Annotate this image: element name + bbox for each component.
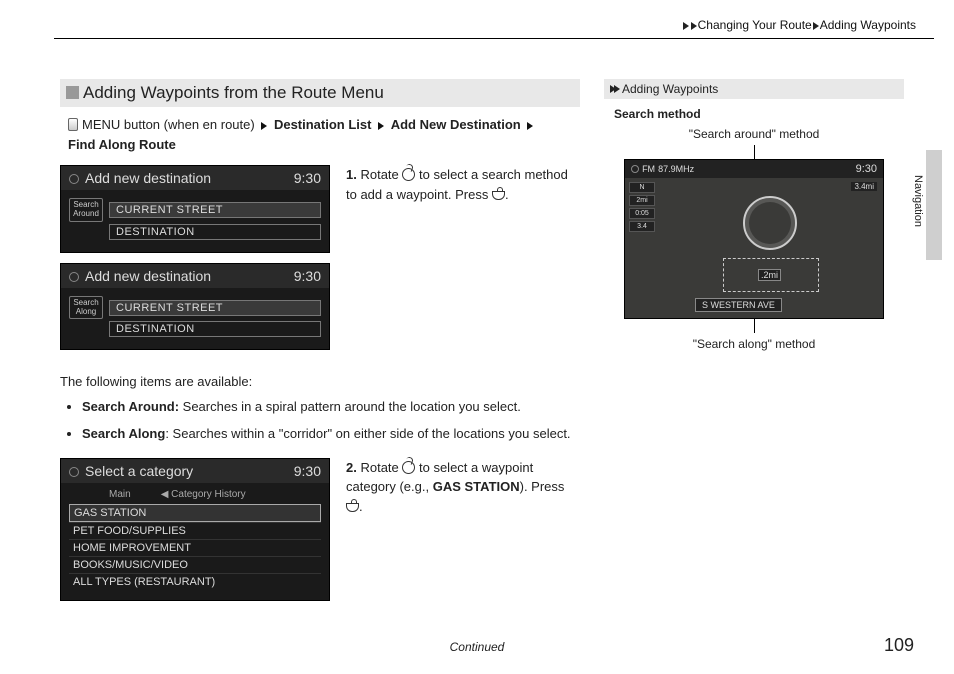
step1-c: .	[505, 187, 509, 202]
press-icon	[346, 503, 359, 512]
step2-d: .	[359, 499, 363, 514]
nav-path: MENU button (when en route) Destination …	[68, 115, 580, 155]
press-icon	[492, 191, 505, 200]
shot2-row1: CURRENT STREET	[109, 300, 321, 316]
knob-icon	[69, 272, 79, 282]
breadcrumb: Changing Your Route Adding Waypoints	[60, 18, 926, 32]
page-number: 109	[884, 635, 914, 656]
screenshot-select-category: Select a category9:30 Main◀ Category His…	[60, 458, 330, 601]
bul2-desc: : Searches within a "corridor" on either…	[165, 426, 570, 441]
menu-button-icon	[68, 118, 78, 131]
bul1-term: Search Around:	[82, 399, 179, 414]
nav-pre: MENU button (when en route)	[82, 117, 255, 132]
chevron-right-icon	[261, 122, 267, 130]
note-heading: Adding Waypoints	[604, 79, 904, 99]
map-side-3: 0:05	[629, 208, 655, 219]
knob-icon	[69, 467, 79, 477]
shot1-row1: CURRENT STREET	[109, 202, 321, 218]
shot1-time: 9:30	[294, 170, 321, 186]
nav-p3: Find Along Route	[68, 137, 176, 152]
map-freq: 87.9MHz	[658, 164, 694, 174]
map-side-2: 2mi	[629, 195, 655, 206]
square-bullet-icon	[66, 86, 79, 99]
shot3-tab1: Main	[109, 489, 131, 500]
cat-item-4: BOOKS/MUSIC/VIDEO	[69, 556, 321, 573]
section-title: Adding Waypoints from the Route Menu	[83, 83, 384, 102]
map-side-1: N	[629, 182, 655, 193]
search-method-title: Search method	[614, 107, 904, 121]
shot1-btn: Search Around	[69, 198, 103, 222]
screenshot-search-around: Add new destination 9:30 Search Around CUR…	[60, 165, 330, 253]
shot3-title: Select a category	[85, 463, 193, 479]
nav-p1: Destination List	[274, 117, 372, 132]
search-along-rect: .2mi	[723, 258, 819, 292]
knob-icon	[631, 165, 639, 173]
chevron-right-icon	[527, 122, 533, 130]
step2-num: 2.	[346, 460, 357, 475]
cat-item-1: GAS STATION	[69, 504, 321, 522]
screenshot-search-along: Add new destination 9:30 Search Along CURR…	[60, 263, 330, 351]
map-box-label: .2mi	[758, 269, 781, 281]
shot1-title: Add new destination	[85, 170, 211, 186]
search-around-circle	[743, 196, 797, 250]
map-side-4: 3.4	[629, 221, 655, 232]
knob-icon	[69, 174, 79, 184]
leader-line	[754, 319, 755, 333]
step2-eg: GAS STATION	[433, 479, 520, 494]
map-time: 9:30	[856, 163, 877, 175]
list-item: Search Along: Searches within a "corrido…	[82, 424, 580, 444]
caption-search-along: "Search along" method	[604, 337, 904, 351]
map-scale: 3.4mi	[851, 182, 877, 191]
step2-a: Rotate	[360, 460, 402, 475]
rotate-dial-icon	[402, 461, 415, 474]
step2-c: ). Press	[520, 479, 565, 494]
shot2-row2: DESTINATION	[109, 321, 321, 337]
side-tab-label: Navigation	[912, 175, 924, 227]
section-heading: Adding Waypoints from the Route Menu	[60, 79, 580, 107]
caption-search-around: "Search around" method	[604, 127, 904, 141]
cat-item-5: ALL TYPES (RESTAURANT)	[69, 573, 321, 590]
bul2-term: Search Along	[82, 426, 165, 441]
shot2-btn: Search Along	[69, 296, 103, 320]
crumb-a: Changing Your Route	[698, 18, 812, 32]
shot1-row2: DESTINATION	[109, 224, 321, 240]
chevron-right-icon	[378, 122, 384, 130]
cat-item-2: PET FOOD/SUPPLIES	[69, 522, 321, 539]
shot3-time: 9:30	[294, 463, 321, 479]
step1-num: 1.	[346, 167, 357, 182]
note-heading-text: Adding Waypoints	[622, 82, 718, 96]
shot2-title: Add new destination	[85, 268, 211, 284]
step1-a: Rotate	[360, 167, 402, 182]
chevron-right-icon	[813, 22, 819, 30]
options-list: Search Around: Searches in a spiral patt…	[82, 397, 580, 443]
header-rule	[54, 38, 934, 39]
step-1-text: 1. Rotate to select a search method to a…	[346, 165, 580, 204]
map-street: S WESTERN AVE	[695, 298, 782, 312]
available-intro: The following items are available:	[60, 374, 580, 389]
shot2-time: 9:30	[294, 268, 321, 284]
leader-line	[754, 145, 755, 159]
cat-item-3: HOME IMPROVEMENT	[69, 539, 321, 556]
list-item: Search Around: Searches in a spiral patt…	[82, 397, 580, 417]
chevron-right-icon	[683, 22, 689, 30]
continued-label: Continued	[450, 640, 505, 654]
side-tab	[926, 150, 942, 260]
bul1-desc: Searches in a spiral pattern around the …	[179, 399, 521, 414]
shot3-tab2: Category History	[171, 489, 245, 500]
double-chevron-icon	[610, 82, 620, 96]
chevron-right-icon	[691, 22, 697, 30]
crumb-b: Adding Waypoints	[820, 18, 916, 32]
map-screenshot: FM 87.9MHz 9:30 3.4mi N 2mi 0:05 3.4 .2m…	[624, 159, 884, 319]
nav-p2: Add New Destination	[391, 117, 521, 132]
map-fm: FM	[642, 164, 655, 174]
step-2-text: 2. Rotate to select a waypoint category …	[346, 458, 580, 517]
rotate-dial-icon	[402, 168, 415, 181]
